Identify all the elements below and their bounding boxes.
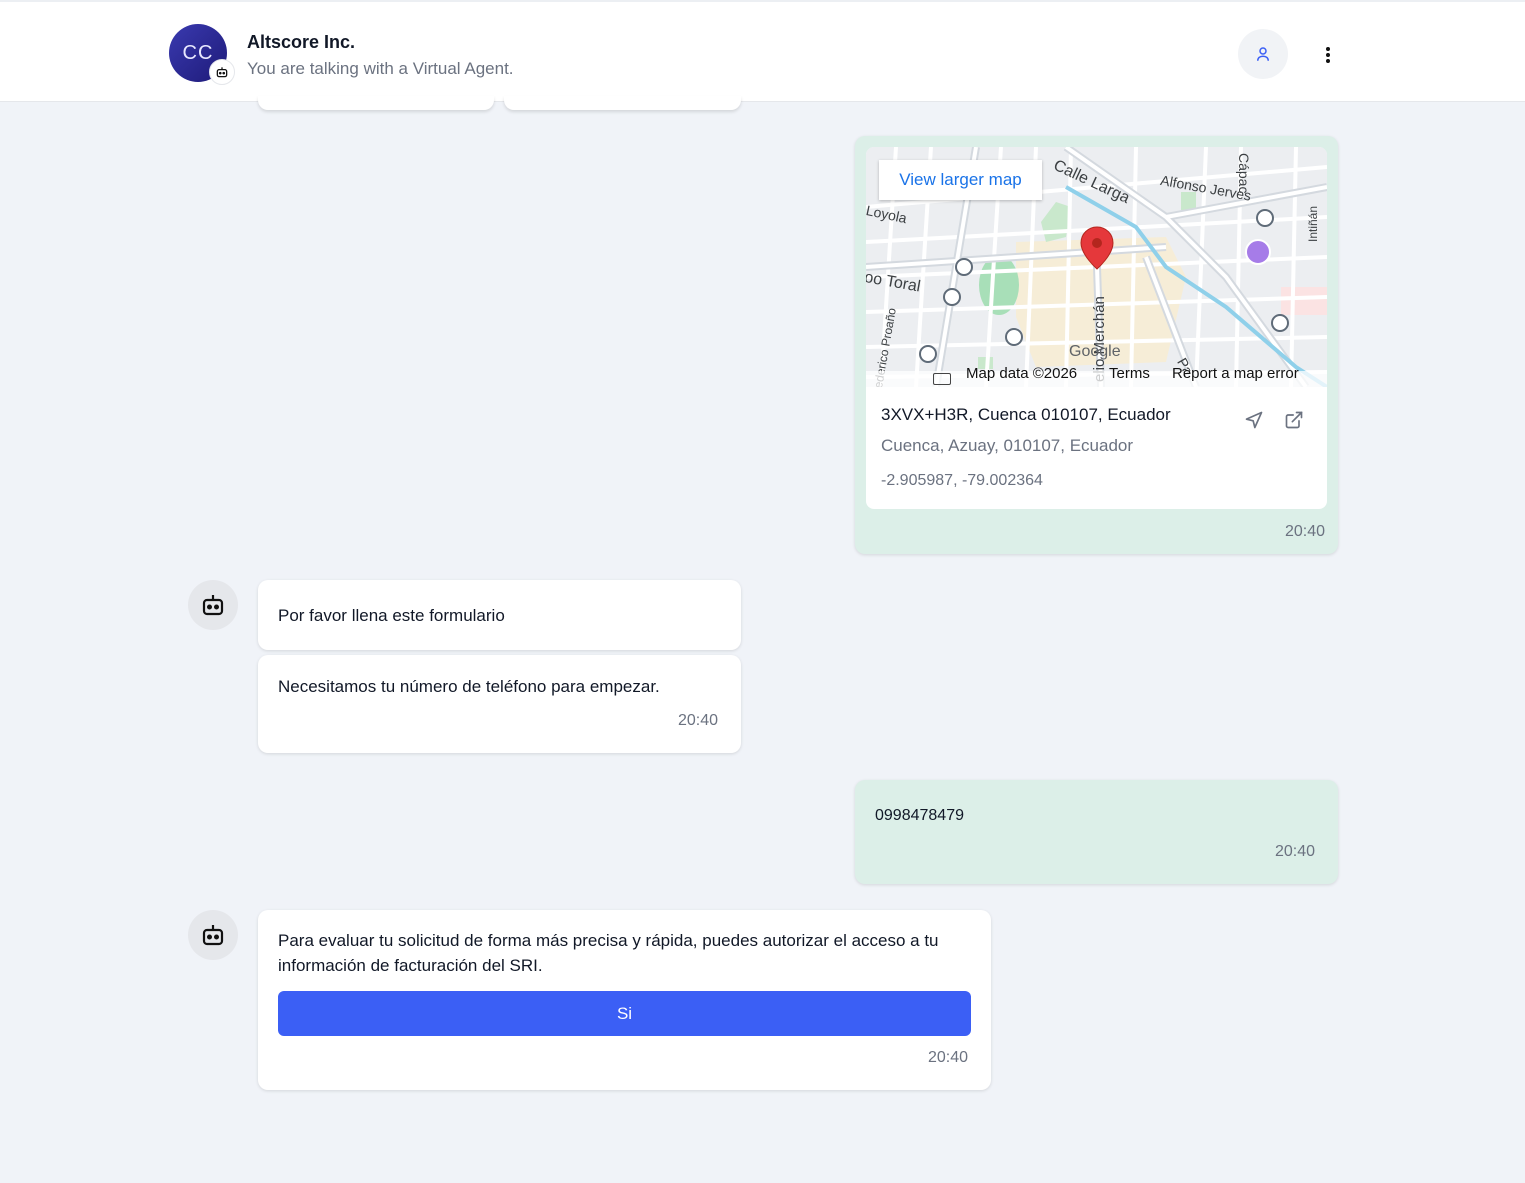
- map-data-attribution: Map data ©2026: [966, 365, 1078, 382]
- agent-subtitle: You are talking with a Virtual Agent.: [247, 59, 514, 78]
- user-profile-button[interactable]: [1238, 29, 1288, 79]
- message-time: 20:40: [1285, 523, 1326, 540]
- keyboard-icon[interactable]: [933, 373, 951, 385]
- user-message: 0998478479 20:40: [855, 780, 1338, 884]
- message-time: 20:40: [1275, 843, 1316, 860]
- message-time: 20:40: [678, 712, 719, 729]
- external-link-icon: [1285, 411, 1303, 429]
- message-text: Por favor llena este formulario: [278, 606, 505, 625]
- map-label-capac: Cápac: [1236, 153, 1252, 194]
- navigation-arrow-icon: [1245, 411, 1263, 429]
- bot-avatar: [188, 910, 238, 960]
- previous-message-edge: [258, 96, 494, 110]
- bot-message: Necesitamos tu número de teléfono para e…: [258, 655, 741, 753]
- location-coordinates: -2.905987, -79.002364: [881, 472, 1043, 489]
- user-icon: [1257, 47, 1269, 61]
- chat-header: CC Altscore Inc. You are talking with a …: [0, 0, 1525, 102]
- map-terms-link[interactable]: Terms: [1109, 365, 1150, 382]
- map-label-intinan: Intiñán: [1306, 205, 1320, 242]
- message-text-line2: información de facturación del SRI.: [278, 956, 543, 975]
- authorize-yes-button[interactable]: Si: [278, 991, 971, 1036]
- bot-message: Por favor llena este formulario: [258, 580, 741, 650]
- embedded-map[interactable]: Calle Larga Alfonso Jerves Cápac Intiñán…: [866, 147, 1327, 387]
- message-text-line1: Para evaluar tu solicitud de forma más p…: [278, 931, 939, 950]
- view-larger-map-link[interactable]: View larger map: [879, 160, 1042, 200]
- google-logo: Google: [1069, 343, 1121, 360]
- more-options-button[interactable]: [1313, 40, 1343, 70]
- location-card: Calle Larga Alfonso Jerves Cápac Intiñán…: [866, 147, 1327, 509]
- open-external-button[interactable]: [1282, 408, 1306, 432]
- message-time: 20:40: [928, 1049, 969, 1066]
- location-address-detail: Cuenca, Azuay, 010107, Ecuador: [881, 436, 1134, 455]
- robot-icon: [209, 59, 235, 85]
- previous-message-edge: [504, 96, 741, 110]
- map-footer: Map data ©2026 Terms Report a map error: [866, 365, 1327, 387]
- robot-icon: [202, 595, 224, 616]
- bot-avatar: [188, 580, 238, 630]
- more-vertical-icon: [1326, 47, 1330, 63]
- navigate-button[interactable]: [1242, 408, 1266, 432]
- company-name: Altscore Inc.: [247, 32, 356, 52]
- avatar-initials: CC: [182, 41, 214, 64]
- report-map-error-link[interactable]: Report a map error: [1172, 365, 1299, 382]
- message-text: 0998478479: [875, 807, 964, 824]
- message-text: Necesitamos tu número de teléfono para e…: [278, 677, 660, 696]
- robot-icon: [202, 925, 224, 946]
- map-label-merchan: elio Merchán: [1091, 296, 1108, 382]
- location-address: 3XVX+H3R, Cuenca 010107, Ecuador: [881, 405, 1171, 424]
